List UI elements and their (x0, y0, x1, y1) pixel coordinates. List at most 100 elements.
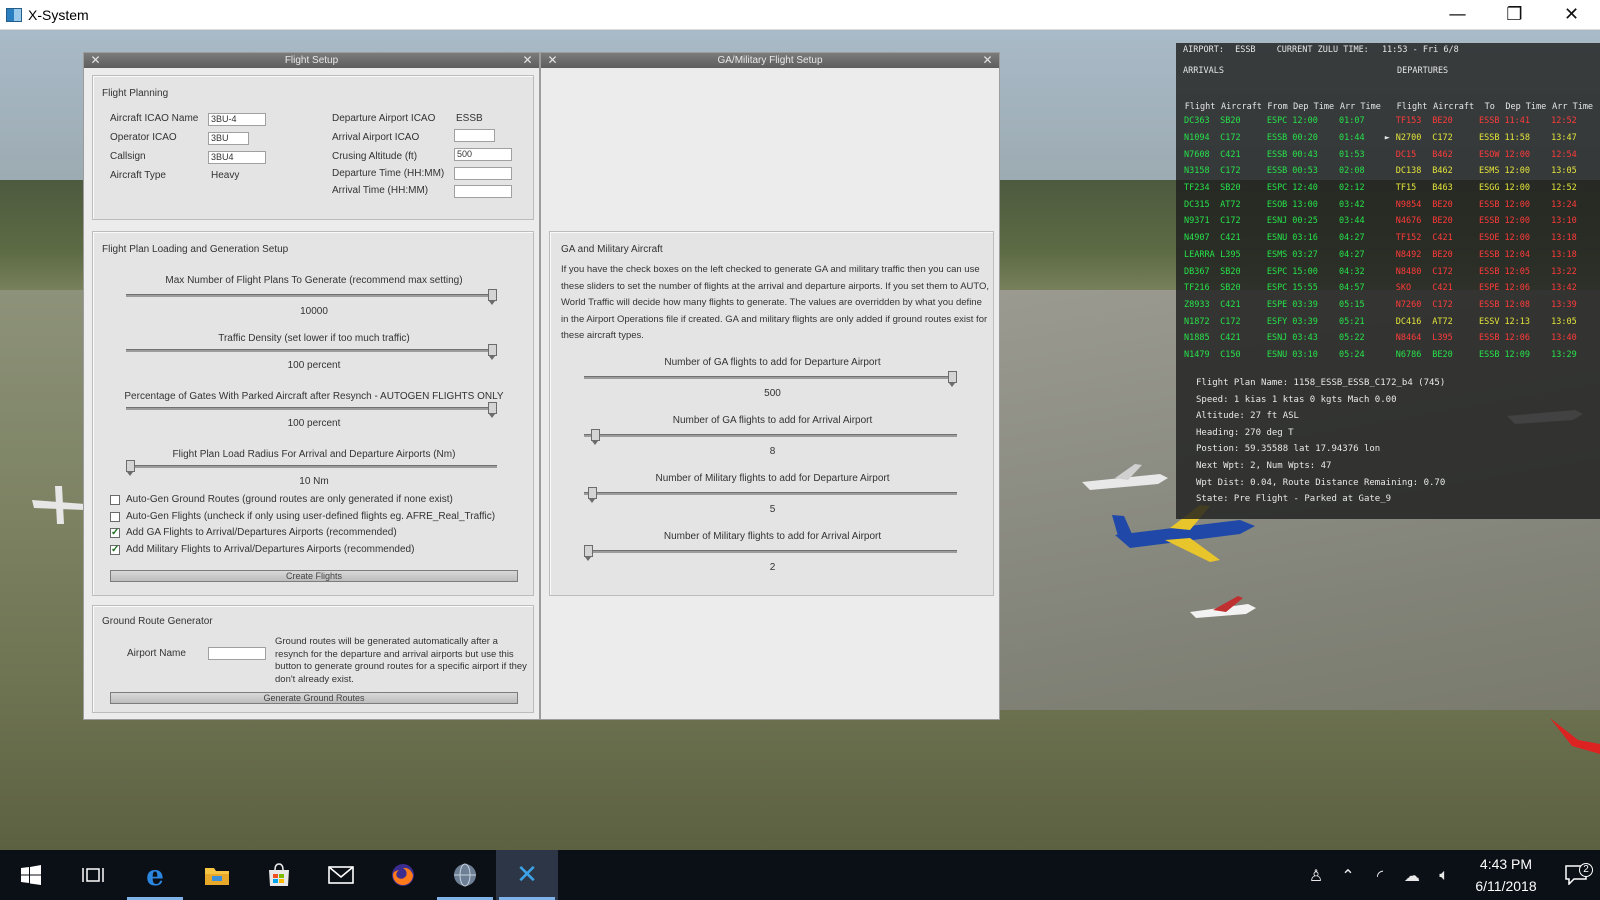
aircraft-type-label: Aircraft Type (110, 170, 166, 181)
departure-cell: 12:00 (1504, 216, 1531, 227)
arrival-cell: SB20 (1220, 283, 1241, 294)
operator-icao-field[interactable]: 3BU (208, 132, 249, 145)
atc-row[interactable]: TF216 SB20 ESPC 15:55 04:57 SKO C421 ESPE 12:06 1… (1182, 280, 1596, 297)
arrival-cell: ESFY (1266, 316, 1288, 327)
departure-cell: N8492 (1384, 247, 1431, 264)
file-explorer-taskbar-button[interactable] (186, 850, 248, 900)
atc-row[interactable]: N4907 C421 ESNU 03:16 04:27 TF152 C421 ESOE 12:0… (1182, 230, 1596, 247)
atc-row[interactable]: TF234 SB20 ESPC 12:40 02:12 TF15 B463 ESGG 12:00… (1182, 180, 1596, 197)
chevron-up-icon[interactable]: ⌃ (1332, 866, 1364, 885)
departure-flight: N9854 (1395, 199, 1422, 210)
load-radius-slider[interactable] (126, 460, 497, 476)
atc-header: AIRPORT: ESSB CURRENT ZULU TIME: 11:53 -… (1183, 45, 1459, 55)
ga-slider[interactable] (584, 371, 957, 387)
departure-cell: C172 (1432, 266, 1453, 277)
arrival-time-field[interactable] (454, 185, 512, 198)
edge-taskbar-button[interactable]: e (124, 850, 186, 900)
departure-time-field[interactable] (454, 167, 512, 180)
option-checkbox[interactable] (110, 495, 120, 505)
ga-close-left-icon[interactable]: ✕ (545, 53, 560, 68)
departure-cell: DC15 (1384, 146, 1431, 163)
small-plane-image (1190, 596, 1256, 618)
firefox-taskbar-button[interactable] (372, 850, 434, 900)
mail-taskbar-button[interactable] (310, 850, 372, 900)
atc-row[interactable]: N1872 C172 ESFY 03:39 05:21 DC416 AT72 ESSV 12:1… (1182, 313, 1596, 330)
arrival-cell: TF234 (1184, 183, 1210, 194)
clock[interactable]: 4:43 PM 6/11/2018 (1460, 853, 1552, 897)
onedrive-icon[interactable]: ☁ (1396, 866, 1428, 885)
flight-setup-close-icon[interactable]: ✕ (520, 53, 535, 68)
load-radius-slider-handle[interactable] (126, 460, 135, 476)
atc-row[interactable]: Z8933 C421 ESPE 03:39 05:15 N7260 C172 ESSB 12:0… (1182, 297, 1596, 314)
max-plans-slider-handle[interactable] (488, 289, 497, 305)
airport-name-field[interactable] (208, 647, 266, 660)
parked-gates-slider-handle[interactable] (488, 402, 497, 418)
xplane-taskbar-button[interactable] (434, 850, 496, 900)
close-button[interactable]: ✕ (1543, 0, 1600, 30)
x-system-taskbar-button[interactable]: ✕ (496, 850, 558, 900)
max-plans-slider[interactable] (126, 289, 497, 305)
cruise-altitude-label: Crusing Altitude (ft) (332, 151, 418, 162)
aircraft-icao-field[interactable]: 3BU-4 (208, 113, 266, 126)
atc-row[interactable]: LEARRA L395 ESMS 03:27 04:27 N8492 BE20 ESSB 12:… (1182, 247, 1596, 264)
atc-row[interactable]: N7608 C421 ESSB 00:43 01:53 DC15 B462 ESOW 12:00… (1182, 146, 1596, 163)
arrival-cell: SB20 (1220, 266, 1241, 277)
arrival-cell: N1885 (1184, 333, 1210, 344)
departure-cell: BE20 (1432, 216, 1453, 227)
departure-flight: N8464 (1395, 333, 1422, 344)
option-checkbox[interactable] (110, 511, 120, 522)
arrival-cell: 04:27 (1339, 249, 1365, 260)
departure-cell: 13:47 (1551, 133, 1577, 144)
start-button[interactable] (0, 850, 62, 900)
flight-setup-titlebar[interactable]: ✕ Flight Setup ✕ (84, 53, 539, 68)
ga-military-titlebar[interactable]: ✕ GA/Military Flight Setup ✕ (541, 53, 999, 68)
ga-slider-handle[interactable] (584, 545, 593, 561)
ga-slider-handle[interactable] (948, 371, 957, 387)
flight-setup-close-left-icon[interactable]: ✕ (88, 53, 103, 68)
ga-military-heading: GA and Military Aircraft (561, 244, 663, 255)
flight-info-line: Altitude: 27 ft ASL (1196, 411, 1299, 422)
store-taskbar-button[interactable] (248, 850, 310, 900)
atc-row[interactable]: DC315 AT72 ESOB 13:00 03:42 N9854 BE20 ESSB 12:0… (1182, 196, 1596, 213)
restore-button[interactable]: ❐ (1486, 0, 1543, 30)
option-checkbox[interactable]: ✓ (110, 544, 120, 555)
atc-row[interactable]: DC363 SB20 ESPC 12:00 01:07 TF153 BE20 ESSB 11:4… (1182, 113, 1596, 130)
ga-slider-handle[interactable] (587, 487, 597, 503)
create-flights-button[interactable]: Create Flights (110, 570, 518, 582)
atc-row[interactable]: DB367 SB20 ESPC 15:00 04:32 N8480 C172 ESSB 12:0… (1182, 263, 1596, 280)
arrival-cell: 03:42 (1339, 199, 1365, 210)
notification-button[interactable]: 2 (1552, 863, 1600, 885)
task-view-button[interactable] (62, 850, 124, 900)
ga-slider[interactable] (584, 429, 957, 445)
volume-icon[interactable]: 🔈︎ (1428, 865, 1460, 885)
traffic-density-slider-handle[interactable] (488, 344, 497, 360)
minimize-button[interactable]: — (1429, 0, 1486, 30)
atc-row[interactable]: N9371 C172 ESNJ 00:25 03:44 N4676 BE20 ESSB 12:0… (1182, 213, 1596, 230)
departure-flight: N8480 (1395, 266, 1422, 277)
loading-heading: Flight Plan Loading and Generation Setup (102, 244, 289, 255)
atc-row[interactable]: N3158 C172 ESSB 00:53 02:08 DC138 B462 ESMS 12:0… (1182, 163, 1596, 180)
generate-ground-routes-button[interactable]: Generate Ground Routes (110, 692, 518, 704)
departure-cell: 13:10 (1551, 216, 1577, 227)
ga-slider-handle[interactable] (591, 429, 601, 445)
ga-slider[interactable] (584, 545, 957, 561)
arrival-icao-field[interactable] (454, 129, 495, 142)
wifi-icon[interactable]: ◜ (1364, 866, 1396, 885)
option-checkbox[interactable]: ✓ (110, 528, 120, 538)
flight-setup-dialog: ✕ Flight Setup ✕ Flight Planning Aircraf… (83, 52, 540, 720)
people-icon[interactable]: ♙ (1300, 866, 1332, 885)
ga-close-icon[interactable]: ✕ (980, 53, 995, 68)
traffic-density-slider[interactable] (126, 344, 497, 360)
parked-gates-slider[interactable] (126, 402, 497, 418)
callsign-field[interactable]: 3BU4 (208, 151, 266, 164)
atc-row[interactable]: N1885 C421 ESNJ 03:43 05:22 N8464 L395 ESSB 12:0… (1182, 330, 1596, 347)
atc-row[interactable]: N1094 C172 ESSB 00:20 01:44 ► N2700 C172 ESSB 11:… (1182, 130, 1596, 147)
traffic-density-value: 100 percent (287, 360, 341, 371)
cruise-altitude-field[interactable]: 500 (454, 148, 512, 161)
atc-row[interactable]: N1479 C150 ESNU 03:10 05:24 N6786 BE20 ESSB 12:0… (1182, 347, 1596, 364)
arrival-cell: N3158 (1184, 166, 1210, 177)
departure-cell: 13:22 (1551, 266, 1577, 277)
ga-slider[interactable] (584, 487, 957, 503)
departure-cell: N9854 (1384, 196, 1431, 213)
arrival-cell: 04:27 (1339, 233, 1365, 244)
